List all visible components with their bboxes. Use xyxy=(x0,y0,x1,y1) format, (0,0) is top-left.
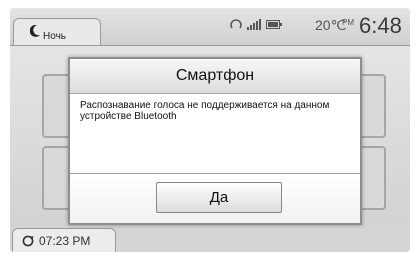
bottom-time: 07:23 PM xyxy=(39,234,91,248)
dialog-title: Смартфон xyxy=(70,59,360,94)
dialog-message: Распознавание голоса не поддерживается н… xyxy=(80,100,330,122)
battery-icon xyxy=(266,20,282,29)
bottom-bar: 07:23 PM xyxy=(10,227,410,252)
clock-ampm: PM xyxy=(342,18,354,27)
moon-icon xyxy=(30,25,40,37)
time-tab[interactable]: 07:23 PM xyxy=(12,228,116,252)
gps-icon xyxy=(230,19,242,29)
signal-icon xyxy=(247,19,261,30)
clock-icon xyxy=(22,235,34,247)
ok-button[interactable]: Да xyxy=(156,182,282,213)
dialog-footer: Да xyxy=(70,173,360,223)
night-mode-label: Ночь xyxy=(43,31,66,42)
status-bar: Ночь 20℃ PM 6:48 xyxy=(10,8,410,49)
smartphone-dialog: Смартфон Распознавание голоса не поддерж… xyxy=(68,57,362,225)
clock-time: 6:48 xyxy=(359,13,402,38)
status-icons xyxy=(230,19,282,30)
